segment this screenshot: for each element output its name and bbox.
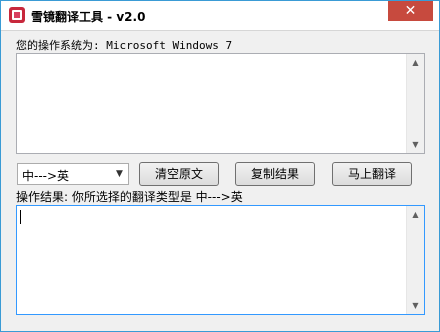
chevron-down-icon[interactable]: ▼ xyxy=(111,164,128,184)
app-window: 雪镜翻译工具 - v2.0 ✕ 您的操作系统为: Microsoft Windo… xyxy=(0,0,440,332)
result-text-area[interactable]: ▲ ▼ xyxy=(16,205,425,315)
text-caret xyxy=(20,210,21,224)
scroll-up-icon[interactable]: ▲ xyxy=(407,206,424,223)
result-scrollbar[interactable]: ▲ ▼ xyxy=(406,206,424,314)
copy-result-button[interactable]: 复制结果 xyxy=(235,162,315,186)
scroll-up-icon[interactable]: ▲ xyxy=(407,54,424,71)
scroll-down-icon[interactable]: ▼ xyxy=(407,297,424,314)
window-title: 雪镜翻译工具 - v2.0 xyxy=(31,10,146,24)
os-info-label: 您的操作系统为: Microsoft Windows 7 xyxy=(16,39,233,52)
scroll-down-icon[interactable]: ▼ xyxy=(407,136,424,153)
translate-button[interactable]: 马上翻译 xyxy=(332,162,412,186)
translation-direction-select[interactable]: 中--->英 ▼ xyxy=(17,163,129,185)
title-bar[interactable]: 雪镜翻译工具 - v2.0 ✕ xyxy=(1,1,439,31)
result-status-label: 操作结果: 你所选择的翻译类型是 中--->英 xyxy=(16,190,243,204)
close-button[interactable]: ✕ xyxy=(388,1,433,21)
app-icon xyxy=(9,7,25,23)
source-scrollbar[interactable]: ▲ ▼ xyxy=(406,54,424,153)
direction-value: 中--->英 xyxy=(22,169,70,183)
clear-source-button[interactable]: 清空原文 xyxy=(139,162,219,186)
source-text-area[interactable]: ▲ ▼ xyxy=(16,53,425,154)
